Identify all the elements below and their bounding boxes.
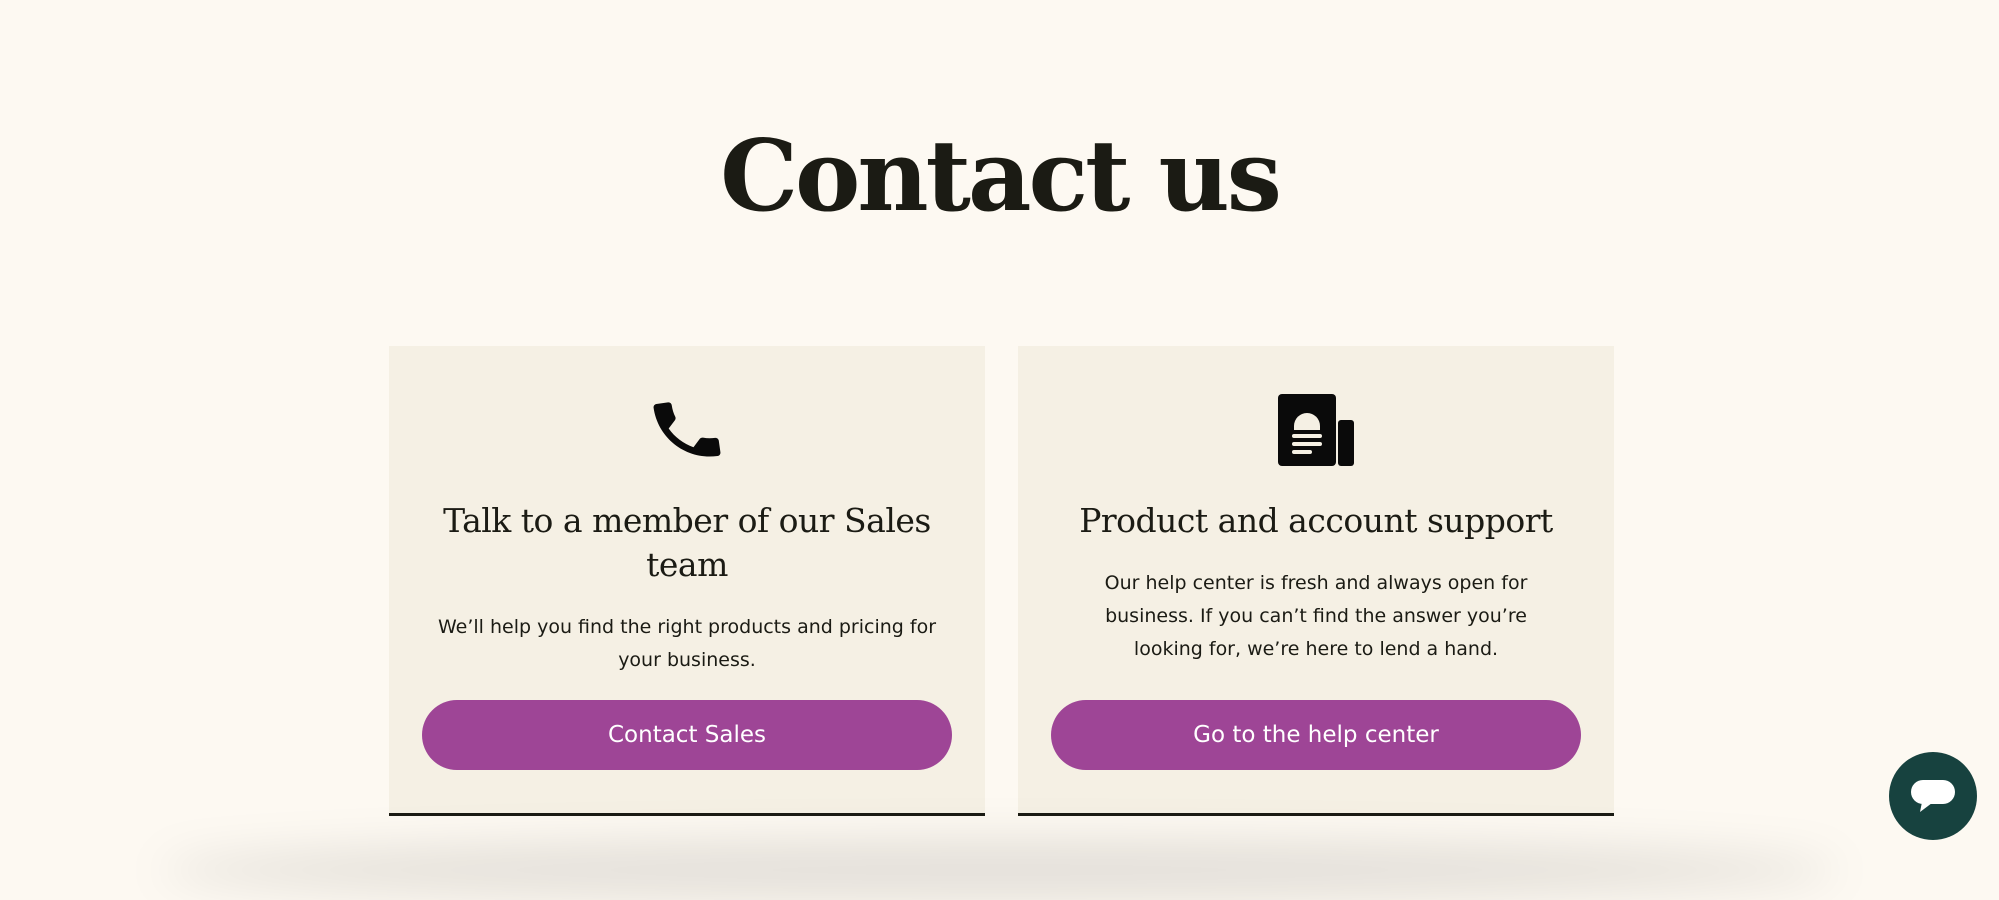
contact-sales-button[interactable]: Contact Sales	[422, 700, 952, 770]
help-document-icon	[1018, 390, 1614, 470]
support-card: Product and account support Our help cen…	[1018, 346, 1614, 816]
support-card-description: Our help center is fresh and always open…	[1104, 572, 1528, 660]
sales-card-title: Talk to a member of our Sales team	[443, 501, 931, 584]
support-card-title: Product and account support	[1079, 501, 1553, 540]
chat-bubble-icon	[1911, 780, 1955, 812]
help-center-button[interactable]: Go to the help center	[1051, 700, 1581, 770]
chat-widget-button[interactable]	[1889, 752, 1977, 840]
page-title: Contact us	[720, 119, 1282, 234]
sales-card: Talk to a member of our Sales team We’ll…	[389, 346, 985, 816]
phone-icon	[389, 390, 985, 470]
footer-shadow	[160, 840, 1839, 900]
sales-card-description: We’ll help you find the right products a…	[437, 616, 937, 671]
